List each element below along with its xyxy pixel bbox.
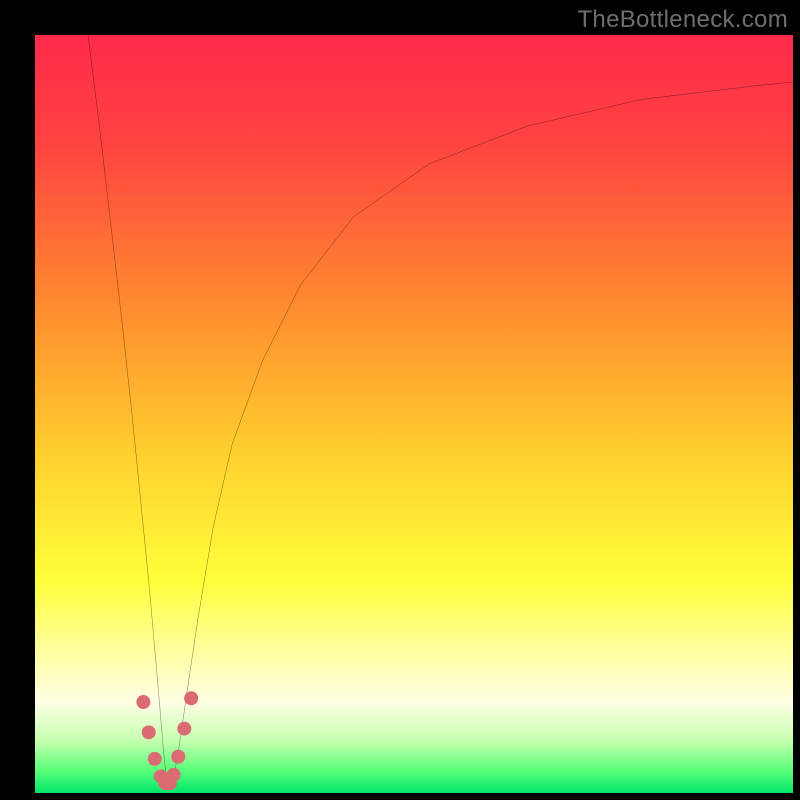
chart-frame: TheBottleneck.com bbox=[0, 0, 800, 800]
marker-dot bbox=[167, 768, 181, 782]
marker-dot bbox=[177, 722, 191, 736]
marker-dot bbox=[171, 750, 185, 764]
marker-dot bbox=[148, 752, 162, 766]
curves-layer bbox=[35, 35, 793, 793]
curve-right-branch bbox=[173, 82, 793, 782]
curve-left-branch bbox=[88, 35, 167, 782]
plot-area bbox=[35, 35, 793, 793]
marker-dot bbox=[142, 725, 156, 739]
watermark-text: TheBottleneck.com bbox=[577, 6, 788, 34]
marker-dot bbox=[136, 695, 150, 709]
marker-dot bbox=[184, 691, 198, 705]
